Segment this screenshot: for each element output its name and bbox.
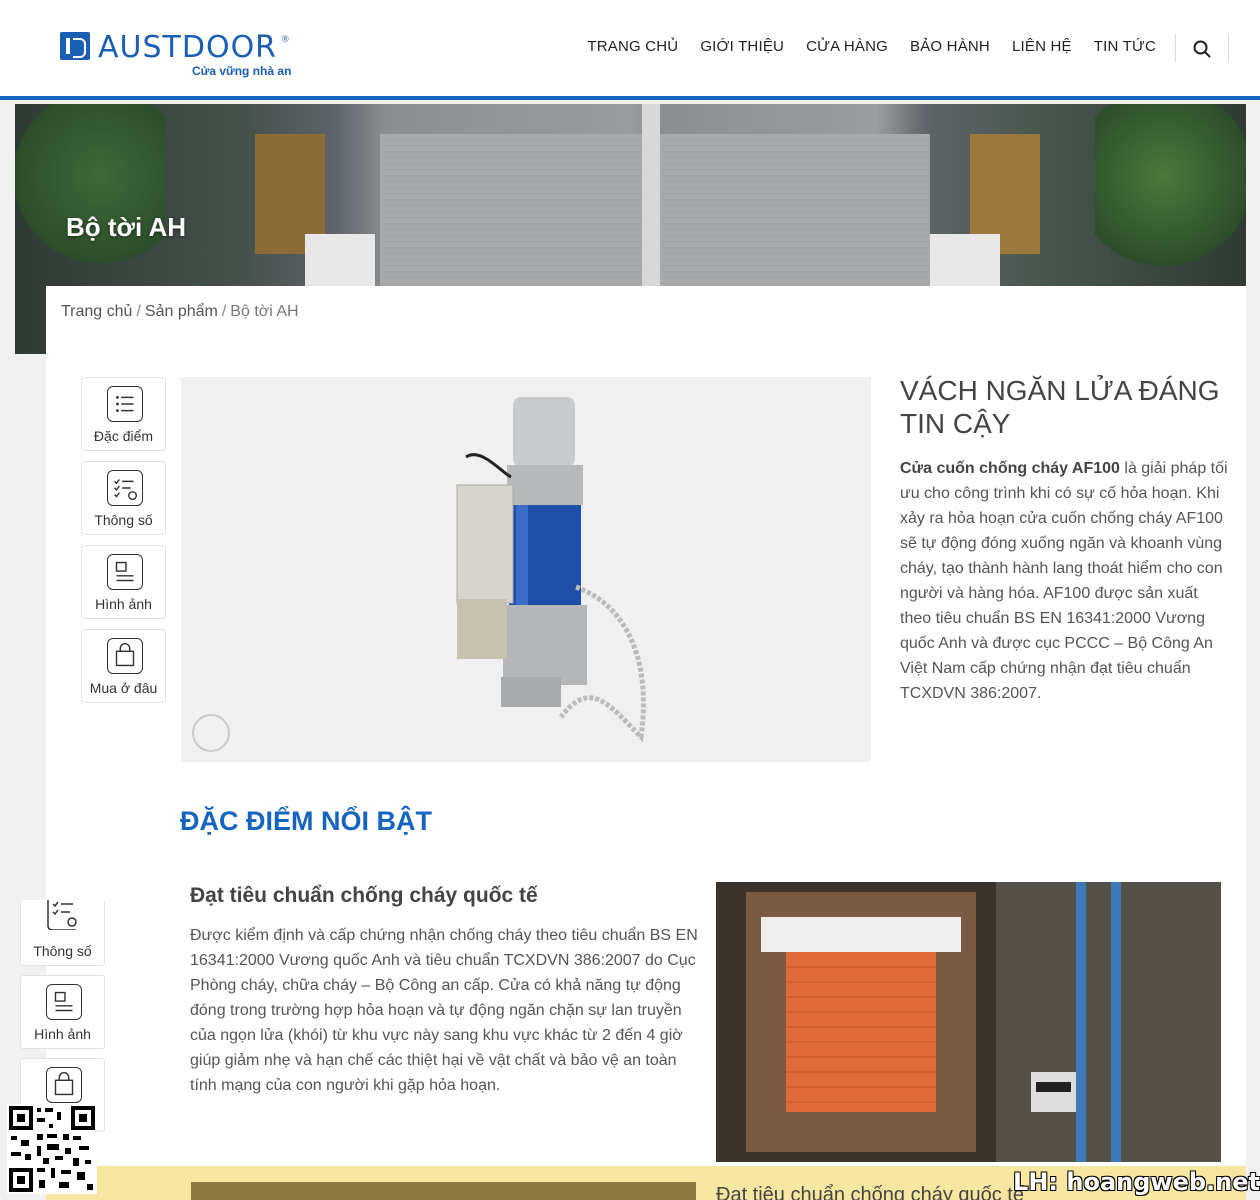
- hero-planter-left: [305, 234, 375, 294]
- breadcrumb: Trang chủ / Sản phẩm / Bộ tời AH: [61, 303, 299, 320]
- breadcrumb-products[interactable]: Sản phẩm: [145, 303, 218, 320]
- breadcrumb-home[interactable]: Trang chủ: [61, 303, 132, 320]
- product-description: Cửa cuốn chống cháy AF100 là giải pháp t…: [900, 456, 1230, 706]
- image-doc-icon: [46, 984, 82, 1020]
- nav-item-shop[interactable]: CỬA HÀNG: [806, 38, 888, 55]
- nav-item-about[interactable]: GIỚI THIỆU: [700, 38, 784, 55]
- float-item-label: Thông số: [33, 943, 92, 959]
- nav-item-warranty[interactable]: BẢO HÀNH: [910, 38, 990, 55]
- shopping-bag-icon: [107, 638, 143, 674]
- breadcrumb-current: Bộ tời AH: [230, 303, 299, 320]
- feature-image-2: [191, 1182, 696, 1200]
- nav-item-home[interactable]: TRANG CHỦ: [587, 38, 678, 55]
- nav-item-contact[interactable]: LIÊN HỆ: [1012, 38, 1072, 55]
- logo-tagline: Cửa vững nhà an: [192, 64, 292, 78]
- sidebar-item-where-to-buy[interactable]: Mua ở đâu: [81, 629, 166, 703]
- sidebar-item-specs[interactable]: Thông số: [81, 461, 166, 535]
- nav-divider: [1175, 34, 1176, 62]
- float-item-label: Hình ảnh: [34, 1026, 91, 1042]
- image-doc-icon: [107, 554, 143, 590]
- sidebar-item-label: Đặc điểm: [93, 428, 154, 444]
- sidebar-item-label: Thông số: [94, 512, 153, 528]
- feature-title-2: Đạt tiêu chuẩn chống cháy quốc tế: [716, 1184, 1024, 1200]
- logo-mark-icon: [60, 32, 90, 60]
- product-headline: VÁCH NGĂN LỬA ĐÁNG TIN CẬY: [900, 375, 1220, 439]
- checklist-gear-icon: [107, 470, 143, 506]
- sidebar-item-features[interactable]: Đặc điểm: [81, 377, 166, 451]
- shopping-bag-icon: [46, 1067, 82, 1103]
- sidebar-item-label: Mua ở đâu: [89, 680, 158, 696]
- checklist-gear-icon: [47, 900, 77, 930]
- feature-title: Đạt tiêu chuẩn chống cháy quốc tế: [190, 884, 538, 907]
- zoom-expand-icon[interactable]: [192, 714, 230, 752]
- product-description-bold: Cửa cuốn chống cháy AF100: [900, 460, 1120, 477]
- sidebar-item-label: Hình ảnh: [95, 596, 152, 612]
- sidebar-item-images[interactable]: Hình ảnh: [81, 545, 166, 619]
- nav-divider-right: [1228, 34, 1229, 62]
- site-header: AUSTDOOR ® Cửa vững nhà an TRANG CHỦ GIỚ…: [0, 0, 1260, 100]
- hero-tree-right: [1095, 104, 1246, 284]
- feature-description: Được kiểm định và cấp chứng nhận chống c…: [190, 927, 698, 1094]
- section-sidebar: Đặc điểm Thông số Hình ảnh Mua ở đâu: [81, 377, 166, 713]
- page-title: Bộ tời AH: [66, 212, 187, 242]
- winch-motor-image: [456, 397, 646, 743]
- logo-text: AUSTDOOR: [98, 30, 278, 65]
- product-description-body: là giải pháp tối ưu cho công trình khi c…: [900, 460, 1228, 702]
- list-icon: [107, 386, 143, 422]
- hero-planter-right: [930, 234, 1000, 294]
- float-item-specs[interactable]: Thông số: [20, 900, 105, 966]
- hero-tree-left: [15, 104, 165, 284]
- nav-item-news[interactable]: TIN TỨC: [1094, 38, 1156, 55]
- brand-logo[interactable]: AUSTDOOR ® Cửa vững nhà an: [60, 30, 300, 80]
- fire-test-image: [716, 882, 1221, 1162]
- qr-code-icon[interactable]: [7, 1104, 97, 1194]
- product-card: Trang chủ / Sản phẩm / Bộ tời AH Đặc điểm Th…: [46, 286, 1246, 1200]
- float-item-images[interactable]: Hình ảnh: [20, 975, 105, 1049]
- search-icon[interactable]: [1193, 40, 1211, 58]
- logo-registered-mark: ®: [282, 34, 289, 44]
- main-nav: TRANG CHỦ GIỚI THIỆU CỬA HÀNG BẢO HÀNH L…: [587, 38, 1156, 55]
- product-image[interactable]: [181, 377, 871, 762]
- features-heading: ĐẶC ĐIỂM NỔI BẬT: [180, 806, 432, 836]
- watermark-text: LH: hoangweb.net: [1013, 1168, 1260, 1196]
